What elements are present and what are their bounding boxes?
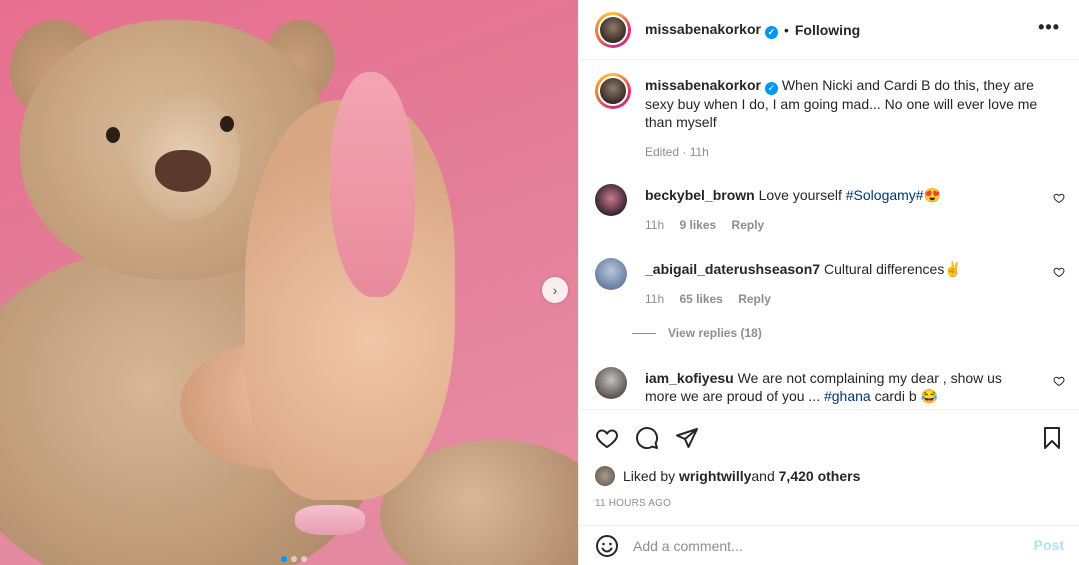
comment-body: _abigail_daterushseason7 Cultural differ… [645,258,1065,278]
view-replies-text: View replies (18) [668,326,762,340]
comment-username[interactable]: _abigail_daterushseason7 [645,261,820,277]
comment-text-end: cardi b 😂 [870,388,938,404]
avatar[interactable] [595,367,627,399]
comment-text: Cultural differences✌ [823,261,962,277]
carousel-next-button[interactable]: › [542,277,568,303]
avatar [598,76,628,106]
avatar [598,14,628,45]
comment-item: _abigail_daterushseason7 Cultural differ… [595,258,1065,340]
reply-button[interactable]: Reply [738,292,771,306]
caption: missabenakorkor ✓ When Nicki and Cardi B … [595,73,1065,159]
reply-button[interactable]: Reply [732,218,765,232]
heart-icon[interactable] [595,426,619,450]
following-button[interactable]: Following [795,22,860,38]
carousel-dot [291,556,297,562]
caption-meta: Edited · 11h [645,145,709,159]
post-header: missabenakorkor ✓ • Following ••• [579,0,1079,60]
avatar-ring[interactable] [595,73,631,109]
comment-likes[interactable]: 65 likes [679,292,722,306]
post-button[interactable]: Post [1034,537,1064,553]
comment-meta: 11h 65 likes Reply [645,292,1065,306]
comment-icon[interactable] [635,426,659,450]
emoji-icon[interactable] [595,534,619,558]
liked-by-user[interactable]: wrightwilly [679,468,751,484]
avatar[interactable] [595,258,627,290]
likes-summary: Liked by wrightwilly and 7,420 others [595,466,860,486]
post-modal: › missabenakorkor ✓ • Following ••• miss… [0,0,1079,565]
author-username-text: missabenakorkor [645,20,761,37]
avatar[interactable] [595,184,627,216]
heart-icon[interactable] [1053,266,1065,281]
comment-username[interactable]: beckybel_brown [645,187,755,203]
post-image[interactable]: › [0,0,578,565]
bookmark-icon[interactable] [1040,426,1064,450]
heart-icon[interactable] [1053,375,1065,390]
comment-body: beckybel_brown Love yourself #Sologamy#😍 [645,184,1065,204]
comments-list[interactable]: missabenakorkor ✓ When Nicki and Cardi B … [579,61,1079,409]
verified-icon: ✓ [764,25,778,39]
comment-username[interactable]: iam_kofiyesu [645,370,734,386]
post-side-panel: missabenakorkor ✓ • Following ••• missabe… [578,0,1079,565]
comment-likes[interactable]: 9 likes [679,218,716,232]
comment-item: iam_kofiyesu We are not complaining my d… [595,367,1065,405]
comment-time: 11h [645,218,665,232]
carousel-dot [281,556,287,562]
view-replies-line [632,333,656,335]
avatar[interactable] [595,466,615,486]
avatar-ring[interactable] [595,11,631,48]
hashtag-link[interactable]: #Sologamy# [846,187,924,203]
author-username[interactable]: missabenakorkor ✓ [645,21,778,39]
likes-prefix: Liked by [623,468,676,484]
caption-body: missabenakorkor ✓ When Nicki and Cardi B … [645,73,1065,131]
comment-meta: 11h 9 likes Reply [645,218,1065,232]
person-hair [330,72,415,297]
teddy-bear-eye [220,116,234,132]
carousel-dots [281,556,307,562]
hashtag-link[interactable]: #ghana [824,388,871,404]
view-replies-button[interactable]: View replies (18) [632,326,1065,340]
share-icon[interactable] [675,426,699,450]
more-icon[interactable]: ••• [1038,17,1060,38]
teddy-bear-eye [106,127,120,143]
teddy-bear-nose [155,150,211,192]
comment-input[interactable] [633,537,1023,554]
likes-others[interactable]: 7,420 others [779,468,861,484]
comment-item: beckybel_brown Love yourself #Sologamy#😍… [595,184,1065,232]
caption-username[interactable]: missabenakorkor [645,77,761,93]
likes-middle: and [751,468,775,484]
add-comment-bar: Post [579,525,1079,565]
comment-text: Love yourself [758,187,846,203]
heart-icon[interactable] [1053,192,1065,207]
pink-heel [295,505,365,535]
post-timestamp[interactable]: 11 HOURS AGO [595,498,671,509]
chevron-right-icon: › [552,282,558,298]
header-separator: • [783,21,789,38]
comment-emoji: 😍 [923,187,942,203]
carousel-dot [301,556,307,562]
comment-body: iam_kofiyesu We are not complaining my d… [645,367,1065,405]
verified-icon: ✓ [764,82,778,95]
action-bar: Liked by wrightwilly and 7,420 others 11… [579,409,1079,525]
comment-time: 11h [645,292,665,306]
